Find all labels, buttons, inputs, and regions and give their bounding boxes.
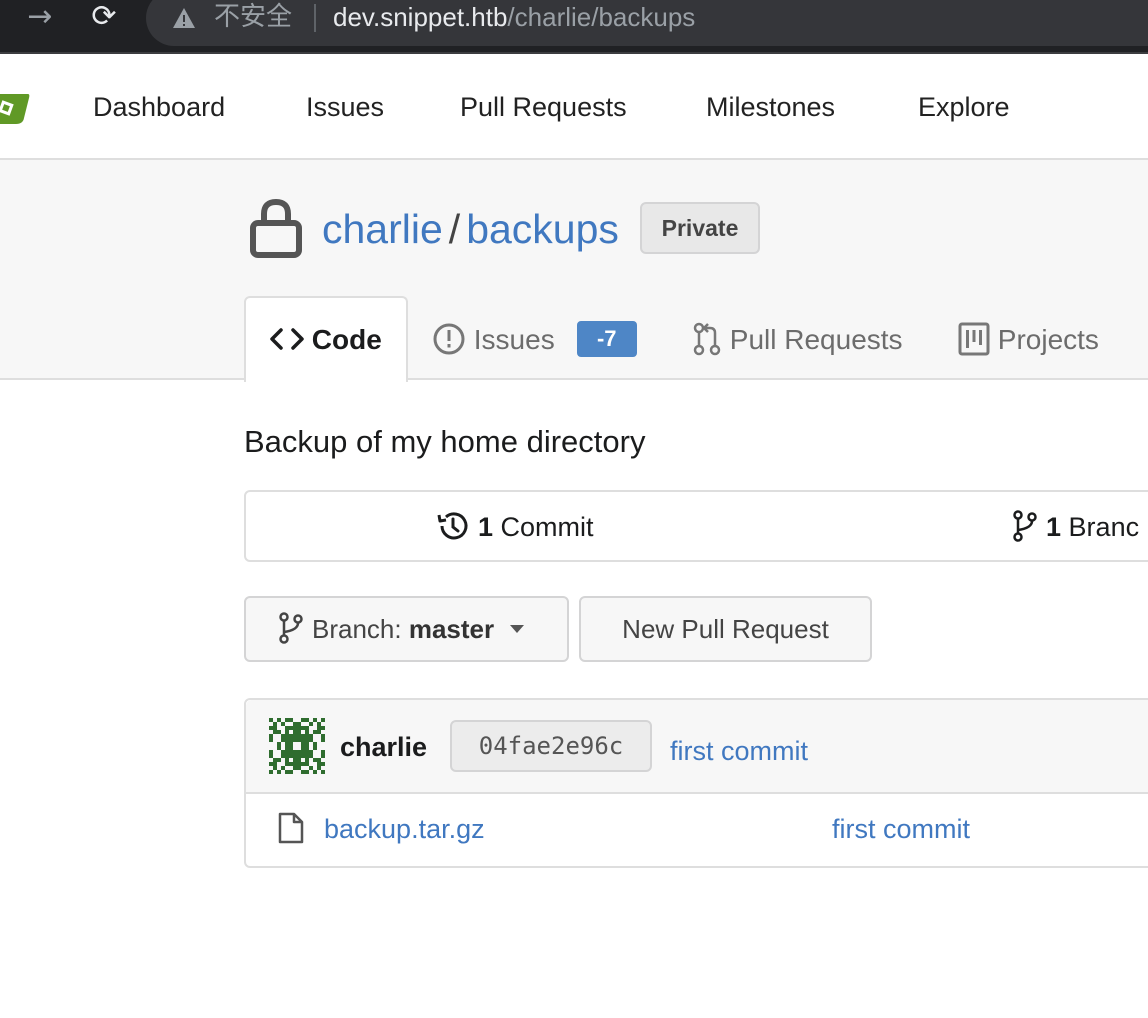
- code-icon: [270, 327, 304, 350]
- file-icon: [278, 812, 304, 844]
- issues-count-badge: -7: [576, 320, 637, 357]
- tab-projects-label: Projects: [997, 324, 1099, 355]
- top-navigation: Dashboard Issues Pull Requests Milestone…: [0, 54, 1148, 160]
- tab-projects[interactable]: Projects: [958, 298, 1099, 382]
- repo-title: charlie / backups: [322, 204, 619, 254]
- tab-issues[interactable]: Issues -7: [432, 298, 637, 382]
- nav-issues[interactable]: Issues: [306, 90, 384, 124]
- file-table: charlie 04fae2e96c first commit backup.t…: [244, 698, 1148, 868]
- repo-name-link[interactable]: backups: [466, 206, 619, 252]
- nav-dashboard[interactable]: Dashboard: [93, 90, 225, 124]
- branches-link[interactable]: 1 Branc: [1012, 510, 1139, 545]
- file-commit-link[interactable]: first commit: [832, 812, 970, 846]
- issue-opened-icon: [433, 323, 465, 355]
- history-icon: [437, 512, 468, 540]
- caret-down-icon: [510, 625, 525, 634]
- lock-icon: [250, 198, 302, 258]
- repo-title-separator: /: [448, 206, 461, 252]
- url-path: /charlie/backups: [507, 2, 696, 32]
- branches-label: Branc: [1068, 512, 1140, 542]
- tab-issues-label: Issues: [473, 324, 555, 355]
- repo-stats-bar: 1 Commit 1 Branc: [244, 490, 1148, 562]
- repo-description: Backup of my home directory: [244, 424, 646, 459]
- tab-pull-requests[interactable]: Pull Requests: [692, 298, 903, 382]
- tab-code-label: Code: [311, 324, 382, 355]
- commits-count: 1: [478, 512, 494, 542]
- pull-request-icon: [693, 322, 721, 355]
- security-warning-text[interactable]: 不安全: [214, 2, 292, 32]
- warning-icon[interactable]: [172, 7, 196, 29]
- reload-icon[interactable]: ⟳: [84, 0, 124, 38]
- url-separator: [314, 4, 316, 32]
- branch-name: master: [408, 614, 495, 644]
- avatar[interactable]: [268, 718, 326, 774]
- commits-label: Commit: [500, 512, 594, 542]
- tab-pull-requests-label: Pull Requests: [729, 324, 903, 355]
- branch-prefix: Branch:: [312, 614, 402, 644]
- tab-code[interactable]: Code: [244, 296, 408, 382]
- url-text[interactable]: dev.snippet.htb/charlie/backups: [333, 2, 695, 32]
- nav-explore[interactable]: Explore: [918, 90, 1010, 124]
- table-row: backup.tar.gz first commit: [246, 796, 1148, 868]
- git-branch-icon: [1013, 510, 1037, 542]
- branch-selector-dropdown[interactable]: Branch: master: [244, 596, 569, 662]
- url-host: dev.snippet.htb: [333, 2, 508, 32]
- forward-arrow-icon[interactable]: →: [20, 0, 60, 38]
- repo-header: charlie / backups Private Code Issues -7 Pu…: [0, 160, 1148, 382]
- branches-count: 1: [1046, 512, 1062, 542]
- latest-commit-row: charlie 04fae2e96c first commit: [246, 700, 1148, 794]
- browser-toolbar: → ⟳ 不安全 dev.snippet.htb/charlie/backups: [0, 0, 1148, 54]
- repo-owner-link[interactable]: charlie: [322, 206, 443, 252]
- git-branch-icon: [279, 612, 303, 644]
- project-board-icon: [958, 322, 990, 356]
- new-pull-request-button[interactable]: New Pull Request: [579, 596, 872, 662]
- commits-link[interactable]: 1 Commit: [436, 510, 594, 546]
- file-name-link[interactable]: backup.tar.gz: [324, 812, 485, 846]
- nav-milestones[interactable]: Milestones: [706, 90, 835, 124]
- private-badge: Private: [640, 202, 760, 254]
- commit-author[interactable]: charlie: [340, 730, 427, 764]
- nav-pull-requests[interactable]: Pull Requests: [460, 90, 627, 124]
- gitea-logo-icon[interactable]: [0, 90, 30, 126]
- commit-sha-button[interactable]: 04fae2e96c: [450, 720, 652, 772]
- commit-message-link[interactable]: first commit: [670, 734, 808, 768]
